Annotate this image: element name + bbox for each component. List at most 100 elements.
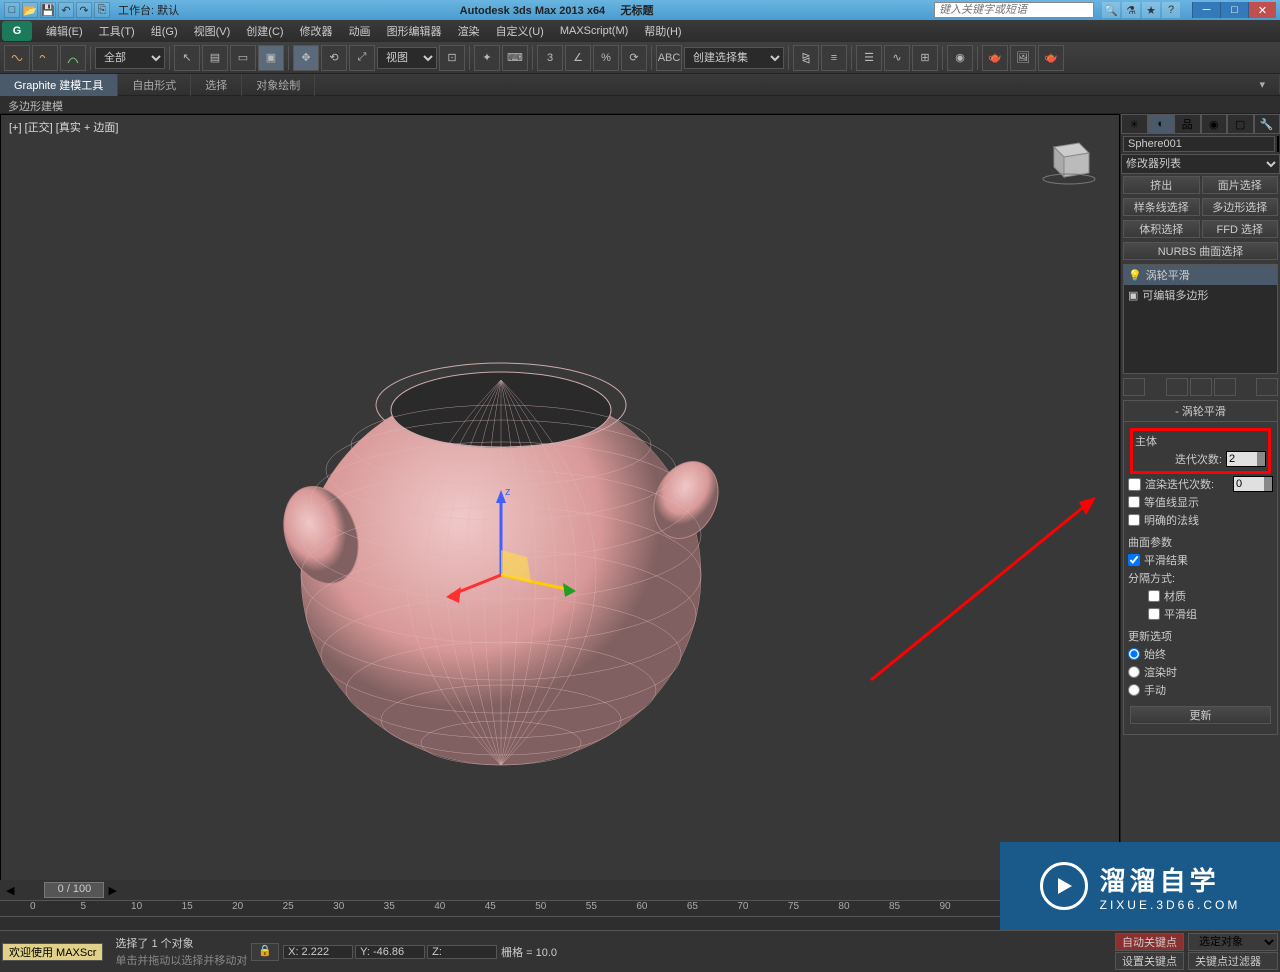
- menu-view[interactable]: 视图(V): [186, 23, 239, 39]
- stack-unique-button[interactable]: [1190, 378, 1212, 396]
- save-icon[interactable]: 💾: [40, 2, 56, 18]
- panel-tab-display[interactable]: ▢: [1227, 114, 1254, 134]
- coord-x[interactable]: X: 2.222: [283, 945, 353, 959]
- edit-named-sel[interactable]: ABC: [656, 45, 682, 71]
- material-checkbox[interactable]: [1148, 590, 1160, 602]
- menu-modifiers[interactable]: 修改器: [292, 23, 341, 39]
- sel-vol-button[interactable]: 体积选择: [1123, 220, 1200, 238]
- sel-ffd-button[interactable]: FFD 选择: [1202, 220, 1279, 238]
- select-name-tool[interactable]: ▤: [202, 45, 228, 71]
- menu-group[interactable]: 组(G): [143, 23, 186, 39]
- ribbon-tab-paint[interactable]: 对象绘制: [242, 74, 315, 96]
- smooth-result-checkbox[interactable]: [1128, 554, 1140, 566]
- spinner-snap[interactable]: ⟳: [621, 45, 647, 71]
- stack-config-button[interactable]: [1256, 378, 1278, 396]
- update-always-radio[interactable]: [1128, 648, 1140, 660]
- align-tool[interactable]: ≡: [821, 45, 847, 71]
- rollout-header[interactable]: - 涡轮平滑: [1124, 401, 1277, 422]
- percent-snap[interactable]: %: [593, 45, 619, 71]
- window-crossing-tool[interactable]: ▣: [258, 45, 284, 71]
- search-icon[interactable]: 🔍: [1102, 2, 1120, 18]
- smoothgroup-checkbox[interactable]: [1148, 608, 1160, 620]
- material-editor-tool[interactable]: ◉: [947, 45, 973, 71]
- manipulate-tool[interactable]: ✦: [474, 45, 500, 71]
- modifier-stack[interactable]: 💡涡轮平滑 ▣可编辑多边形: [1123, 264, 1278, 374]
- panel-tab-create[interactable]: ✳: [1121, 114, 1148, 134]
- ribbon-tab-freeform[interactable]: 自由形式: [118, 74, 191, 96]
- layers-tool[interactable]: ☰: [856, 45, 882, 71]
- teapot-mesh[interactable]: z: [251, 295, 751, 775]
- close-button[interactable]: ✕: [1248, 2, 1276, 18]
- menu-graph[interactable]: 图形编辑器: [379, 23, 450, 39]
- panel-tab-modify[interactable]: ◐: [1148, 114, 1175, 134]
- lock-selection-button[interactable]: 🔒: [251, 943, 279, 961]
- unlink-tool[interactable]: [32, 45, 58, 71]
- angle-snap[interactable]: ∠: [565, 45, 591, 71]
- menu-tools[interactable]: 工具(T): [91, 23, 143, 39]
- redo-icon[interactable]: ↷: [76, 2, 92, 18]
- viewport-label[interactable]: [+] [正交] [真实 + 边面]: [9, 119, 118, 135]
- time-slider-handle[interactable]: 0 / 100: [44, 882, 104, 898]
- update-button[interactable]: 更新: [1130, 706, 1271, 724]
- maximize-button[interactable]: □: [1220, 2, 1248, 18]
- stack-editablepoly[interactable]: ▣可编辑多边形: [1124, 285, 1277, 305]
- viewcube[interactable]: [1039, 135, 1099, 185]
- normals-checkbox[interactable]: [1128, 514, 1140, 526]
- new-icon[interactable]: □: [4, 2, 20, 18]
- sel-nurbs-button[interactable]: NURBS 曲面选择: [1123, 242, 1278, 260]
- sel-patch-button[interactable]: 面片选择: [1202, 176, 1279, 194]
- panel-tab-hierarchy[interactable]: 品: [1174, 114, 1201, 134]
- minimize-button[interactable]: ─: [1192, 2, 1220, 18]
- link-tool[interactable]: [4, 45, 30, 71]
- sel-extrude-button[interactable]: 挤出: [1123, 176, 1200, 194]
- keyboard-shortcut-tool[interactable]: ⌨: [502, 45, 528, 71]
- sel-spline-button[interactable]: 样条线选择: [1123, 198, 1200, 216]
- trackbar[interactable]: 051015202530354045505560657075808590: [0, 900, 1000, 930]
- rendered-frame-tool[interactable]: 🖼: [1010, 45, 1036, 71]
- viewport[interactable]: [+] [正交] [真实 + 边面]: [0, 114, 1120, 972]
- menu-customize[interactable]: 自定义(U): [488, 23, 552, 39]
- favorite-icon[interactable]: ★: [1142, 2, 1160, 18]
- auto-key-button[interactable]: 自动关键点: [1115, 933, 1184, 951]
- render-iter-checkbox[interactable]: [1128, 478, 1141, 491]
- iterations-spinner[interactable]: [1226, 451, 1266, 467]
- key-filter-button[interactable]: 关键点过滤器: [1188, 952, 1278, 970]
- community-icon[interactable]: ⚗: [1122, 2, 1140, 18]
- coord-z[interactable]: Z:: [427, 945, 497, 959]
- coord-y[interactable]: Y: -46.86: [355, 945, 425, 959]
- modifier-list-dropdown[interactable]: 修改器列表: [1121, 154, 1280, 174]
- menu-help[interactable]: 帮助(H): [636, 23, 689, 39]
- scale-tool[interactable]: ⤢: [349, 45, 375, 71]
- link-icon[interactable]: ⎘: [94, 2, 110, 18]
- ref-coord-dropdown[interactable]: 视图: [377, 47, 437, 69]
- rotate-tool[interactable]: ⟲: [321, 45, 347, 71]
- mirror-tool[interactable]: ⧎: [793, 45, 819, 71]
- search-input[interactable]: [934, 2, 1094, 18]
- ribbon-tab-graphite[interactable]: Graphite 建模工具: [0, 74, 118, 96]
- update-render-radio[interactable]: [1128, 666, 1140, 678]
- menu-create[interactable]: 创建(C): [238, 23, 291, 39]
- pivot-tool[interactable]: ⊡: [439, 45, 465, 71]
- menu-maxscript[interactable]: MAXScript(M): [552, 25, 636, 37]
- bind-tool[interactable]: [60, 45, 86, 71]
- named-selection-dropdown[interactable]: 创建选择集: [684, 47, 784, 69]
- schematic-tool[interactable]: ⊞: [912, 45, 938, 71]
- time-slider[interactable]: ◀ 0 / 100 ▶: [0, 880, 1120, 900]
- isoline-checkbox[interactable]: [1128, 496, 1140, 508]
- menu-edit[interactable]: 编辑(E): [38, 23, 91, 39]
- sel-poly-button[interactable]: 多边形选择: [1202, 198, 1279, 216]
- stack-remove-button[interactable]: [1214, 378, 1236, 396]
- menu-render[interactable]: 渲染: [450, 23, 488, 39]
- stack-turbosmooth[interactable]: 💡涡轮平滑: [1124, 265, 1277, 285]
- ribbon-sub[interactable]: 多边形建模: [0, 96, 1280, 114]
- curve-editor-tool[interactable]: ∿: [884, 45, 910, 71]
- panel-tab-utilities[interactable]: 🔧: [1254, 114, 1280, 134]
- snap-2d[interactable]: 3: [537, 45, 563, 71]
- panel-tab-motion[interactable]: ◉: [1201, 114, 1228, 134]
- workspace-dropdown[interactable]: 工作台: 默认: [118, 2, 179, 18]
- rect-select-tool[interactable]: ▭: [230, 45, 256, 71]
- menu-animation[interactable]: 动画: [341, 23, 379, 39]
- stack-showend-button[interactable]: [1166, 378, 1188, 396]
- update-manual-radio[interactable]: [1128, 684, 1140, 696]
- object-color-swatch[interactable]: [1277, 136, 1279, 152]
